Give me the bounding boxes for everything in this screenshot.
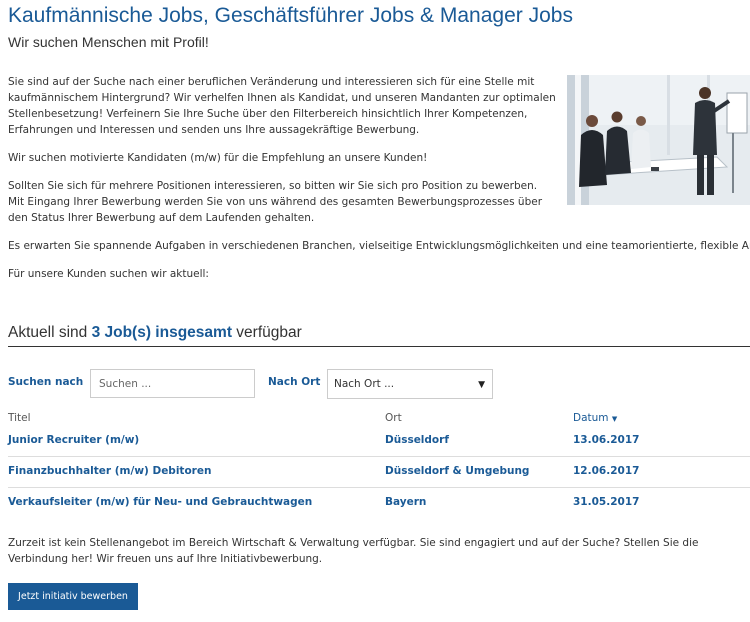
dropdown-caret-icon: ▼ [478, 380, 485, 390]
job-date: 13.06.2017 [573, 434, 640, 446]
location-label: Nach Ort [268, 376, 321, 388]
jobs-count-number: 3 Job(s) insgesamt [91, 324, 232, 341]
search-input[interactable] [90, 369, 255, 398]
jobs-table: Junior Recruiter (m/w) Düsseldorf 13.06.… [8, 426, 750, 518]
business-meeting-illustration [567, 75, 750, 205]
initiative-apply-button[interactable]: Jetzt initiativ bewerben [8, 583, 138, 610]
sort-desc-icon: ▼ [611, 415, 618, 423]
intro-paragraph: Es erwarten Sie spannende Aufgaben in ve… [8, 240, 750, 252]
table-row[interactable]: Junior Recruiter (m/w) Düsseldorf 13.06.… [8, 426, 750, 457]
page-subtitle: Wir suchen Menschen mit Profil! [8, 34, 209, 50]
column-header-date[interactable]: Datum ▼ [573, 412, 617, 424]
business-meeting-photo [567, 75, 750, 205]
no-openings-text: Zurzeit ist kein Stellenangebot im Berei… [8, 537, 699, 565]
location-select[interactable]: Nach Ort ... ▼ [327, 369, 493, 399]
column-header-date-label: Datum [573, 412, 609, 424]
table-row[interactable]: Verkaufsleiter (m/w) für Neu- und Gebrau… [8, 488, 750, 518]
jobs-count-prefix: Aktuell sind [8, 324, 88, 341]
job-title-link[interactable]: Finanzbuchhalter (m/w) Debitoren [8, 465, 211, 477]
column-header-location: Ort [385, 412, 402, 424]
job-date: 12.06.2017 [573, 465, 640, 477]
column-header-title: Titel [8, 412, 31, 424]
job-date: 31.05.2017 [573, 496, 640, 508]
table-row[interactable]: Finanzbuchhalter (m/w) Debitoren Düsseld… [8, 457, 750, 488]
job-location: Düsseldorf [385, 434, 449, 446]
job-title-link[interactable]: Verkaufsleiter (m/w) für Neu- und Gebrau… [8, 496, 312, 508]
location-select-value: Nach Ort ... [334, 378, 395, 390]
jobs-count-heading: Aktuell sind 3 Job(s) insgesamt verfügba… [8, 324, 750, 347]
page-title: Kaufmännische Jobs, Geschäftsführer Jobs… [8, 4, 573, 27]
search-label: Suchen nach [8, 376, 84, 388]
job-location: Düsseldorf & Umgebung [385, 465, 530, 477]
job-location: Bayern [385, 496, 427, 508]
job-title-link[interactable]: Junior Recruiter (m/w) [8, 434, 139, 446]
intro-paragraph: Für unsere Kunden suchen wir aktuell: [8, 268, 209, 280]
intro-paragraph: Sollten Sie sich für mehrere Positionen … [8, 180, 543, 224]
jobs-count-suffix: verfügbar [236, 324, 302, 341]
intro-paragraph: Sie sind auf der Suche nach einer berufl… [8, 76, 556, 136]
